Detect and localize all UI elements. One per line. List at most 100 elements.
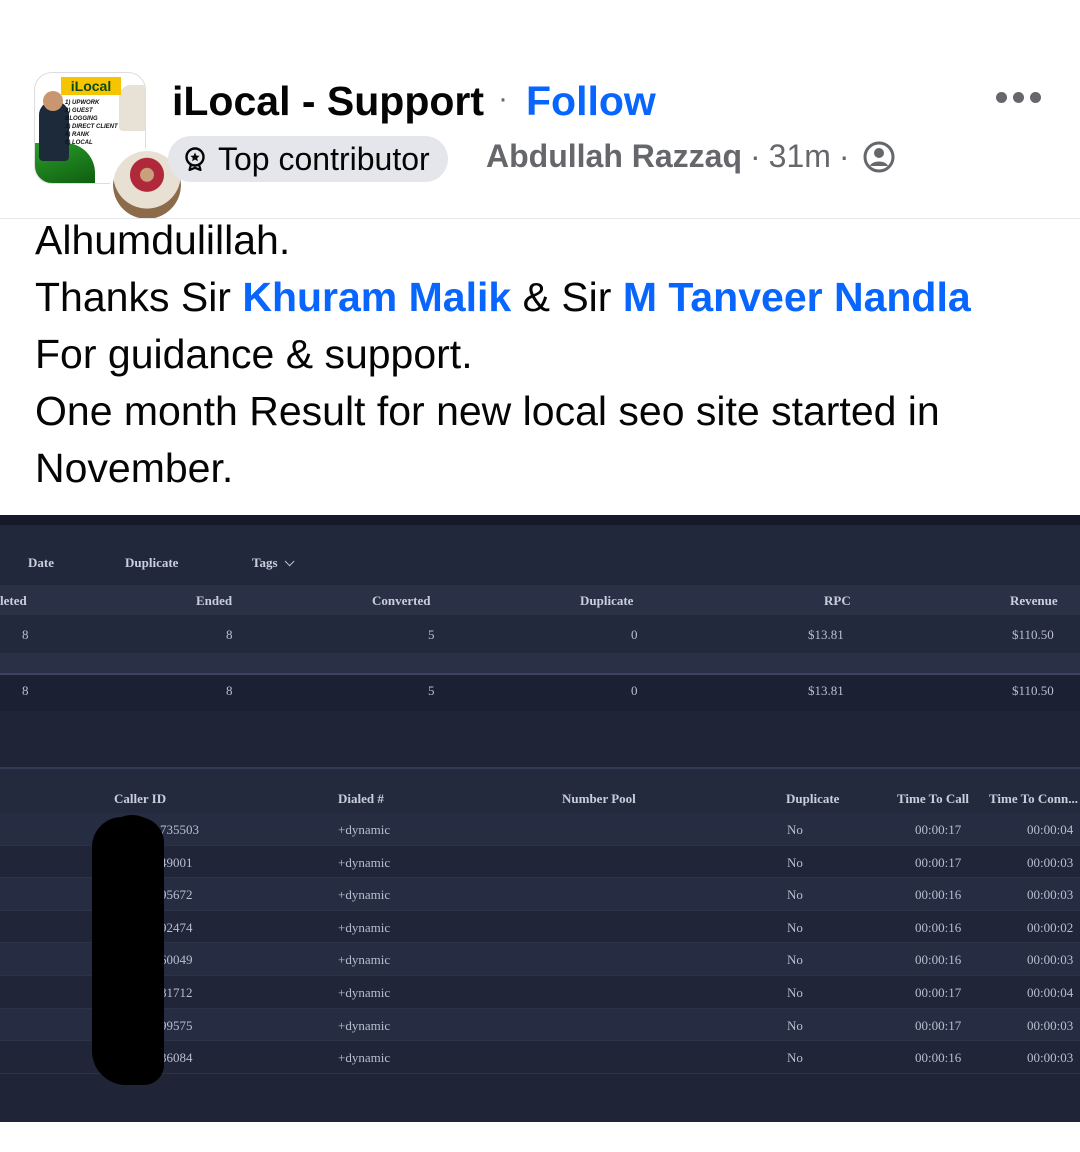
calls-col-header: Dialed #: [338, 791, 384, 806]
author-name-link[interactable]: Abdullah Razzaq: [486, 138, 742, 175]
meta-separator: ·: [838, 138, 850, 174]
summary-cell: 8: [22, 627, 29, 642]
post-timestamp[interactable]: 31m: [769, 138, 831, 175]
filter-tags: Tags: [252, 555, 295, 571]
summary-cell: 8: [226, 683, 233, 698]
avatar-service-line: 5) LOCAL: [65, 140, 93, 146]
summary-cell: $110.50: [1012, 683, 1054, 698]
duplicate-cell: No: [787, 1017, 803, 1033]
time-to-call-cell: 00:00:17: [915, 822, 962, 837]
summary-col-header: Ended: [196, 593, 233, 608]
avatar-service-line: 3) DIRECT CLIENT: [65, 124, 118, 130]
avatar-service-line: 4) RANK: [65, 132, 90, 138]
avatar-logo-text: iLocal: [61, 77, 121, 95]
time-to-connect-cell: 00:00:04: [1027, 822, 1074, 837]
meta-separator: ·: [750, 138, 761, 174]
more-options-button[interactable]: [996, 80, 1056, 114]
avatar-service-line: 2) GUEST BLOGGING: [65, 108, 98, 122]
time-to-connect-cell: 00:00:03: [1027, 887, 1074, 903]
redaction-scribble: [104, 815, 160, 875]
summary-col-header: leted: [0, 593, 27, 608]
filter-bar: Date Duplicate Tags: [0, 525, 1080, 585]
summary-row: 8 8 5 0 $13.81 $110.50: [0, 615, 1080, 653]
summary-cell: 8: [226, 627, 233, 642]
post-line-thanks: Thanks Sir Khuram Malik & Sir M Tanveer …: [35, 269, 1055, 326]
duplicate-cell: No: [787, 984, 803, 1000]
post-line: Alhumdulillah.: [35, 217, 291, 263]
top-contributor-badge[interactable]: Top contributor: [168, 136, 448, 182]
calls-col-header: Caller ID: [114, 791, 167, 806]
summary-spacer: [0, 653, 1080, 673]
post-line: For guidance & support.: [35, 331, 473, 377]
image-top-border: [0, 515, 1080, 525]
summary-cell: $110.50: [1012, 627, 1054, 642]
dialed-cell: +dynamic: [338, 854, 391, 870]
summary-cell: 0: [631, 627, 638, 642]
duplicate-cell: No: [787, 952, 803, 968]
filter-tags-label: Tags: [252, 555, 278, 570]
mention-khuram-malik[interactable]: Khuram Malik: [242, 274, 511, 320]
dialed-cell: +dynamic: [338, 984, 391, 1000]
avatar-person-head: [43, 91, 63, 111]
summary-col-header: Converted: [372, 593, 431, 608]
post-meta: Abdullah Razzaq · 31m ·: [486, 138, 896, 175]
summary-col-header: Revenue: [1010, 593, 1058, 608]
time-to-connect-cell: 00:00:04: [1027, 984, 1074, 1000]
summary-cell: 8: [22, 683, 29, 698]
duplicate-cell: No: [787, 854, 803, 870]
calls-header-row: Caller ID Dialed # Number Pool Duplicate…: [0, 767, 1080, 813]
chevron-down-icon: [284, 556, 295, 567]
page-avatar[interactable]: iLocal 1) UPWORK 2) GUEST BLOGGING 3) DI…: [34, 72, 184, 222]
caller-id-cell: 95672: [160, 887, 193, 903]
duplicate-cell: No: [787, 822, 803, 837]
summary-cell: $13.81: [808, 683, 844, 698]
summary-header-row: leted Ended Converted Duplicate RPC Reve…: [0, 585, 1080, 615]
post-text-fragment: Thanks Sir: [35, 274, 243, 320]
time-to-call-cell: 00:00:16: [915, 919, 962, 935]
time-to-connect-cell: 00:00:03: [1027, 854, 1074, 870]
caller-id-cell: 735503: [160, 822, 199, 837]
time-to-connect-cell: 00:00:02: [1027, 919, 1074, 935]
time-to-call-cell: 00:00:16: [915, 1050, 962, 1066]
calls-col-header: Time To Call: [897, 791, 970, 806]
caller-id-cell: 92474: [160, 919, 193, 935]
time-to-connect-cell: 00:00:03: [1027, 1050, 1074, 1066]
caller-id-cell: 99575: [160, 1017, 193, 1033]
time-to-call-cell: 00:00:16: [915, 952, 962, 968]
summary-cell: 0: [631, 683, 638, 698]
more-horizontal-icon-dot: [1030, 91, 1041, 103]
dialed-cell: +dynamic: [338, 887, 391, 903]
time-to-call-cell: 00:00:17: [915, 854, 962, 870]
page-name-link[interactable]: iLocal - Support: [172, 78, 484, 125]
summary-cell: 5: [428, 627, 435, 642]
summary-cell: $13.81: [808, 627, 844, 642]
dialed-cell: +dynamic: [338, 952, 391, 968]
more-horizontal-icon: [996, 91, 1007, 103]
dialed-cell: +dynamic: [338, 919, 391, 935]
time-to-call-cell: 00:00:17: [915, 984, 962, 1000]
post-line: One month Result for new local seo site …: [35, 388, 940, 491]
follow-button[interactable]: Follow: [526, 78, 656, 125]
filter-date: Date: [28, 555, 54, 570]
mention-m-tanveer-nandla[interactable]: M Tanveer Nandla: [623, 274, 971, 320]
time-to-connect-cell: 00:00:03: [1027, 952, 1074, 968]
avatar-service-line: 1) UPWORK: [65, 100, 100, 106]
badge-label: Top contributor: [218, 140, 430, 177]
calls-col-header: Time To Conn...: [989, 791, 1078, 806]
duplicate-cell: No: [787, 1050, 803, 1066]
post-image-dashboard[interactable]: Date Duplicate Tags leted Ended Converte…: [0, 515, 1080, 1122]
time-to-connect-cell: 00:00:03: [1027, 1017, 1074, 1033]
dialed-cell: +dynamic: [338, 1050, 391, 1066]
summary-col-header: RPC: [824, 593, 851, 608]
caller-id-cell: 60049: [160, 952, 193, 968]
time-to-call-cell: 00:00:17: [915, 1017, 962, 1033]
globe-icon[interactable]: [862, 140, 896, 174]
post-text-fragment: & Sir: [511, 274, 623, 320]
caller-id-cell: 81712: [160, 984, 193, 1000]
empty-area: [0, 711, 1080, 767]
post-header: iLocal 1) UPWORK 2) GUEST BLOGGING 3) DI…: [0, 0, 1080, 222]
summary-total-row: 8 8 5 0 $13.81 $110.50: [0, 675, 1080, 711]
filter-duplicate: Duplicate: [125, 555, 179, 570]
post-message: Alhumdulillah. Thanks Sir Khuram Malik &…: [35, 212, 1055, 497]
calls-col-header: Duplicate: [786, 791, 840, 806]
